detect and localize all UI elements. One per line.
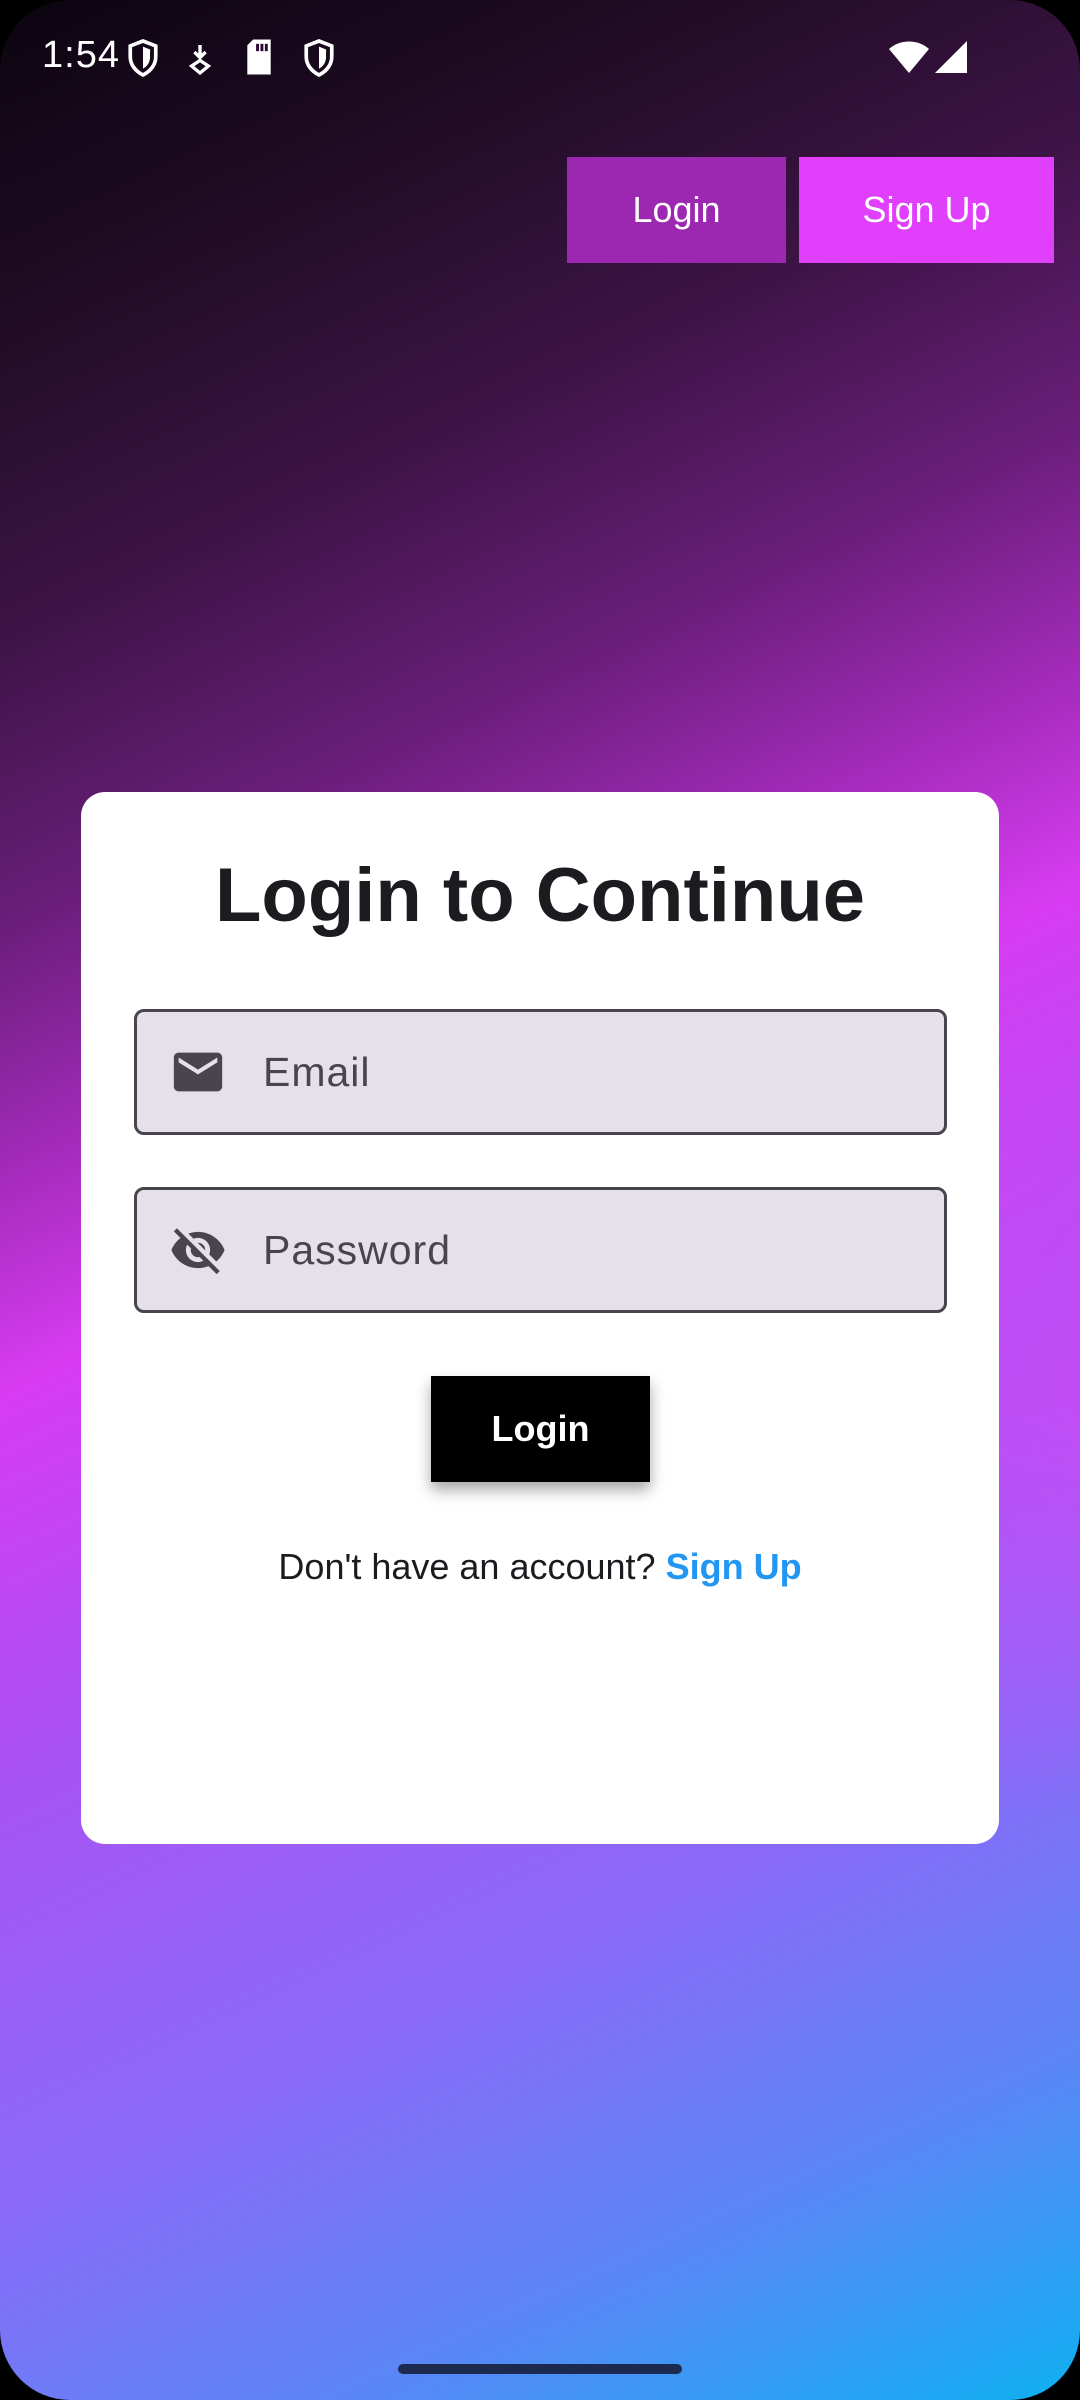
wifi-icon	[889, 41, 929, 73]
shield-icon	[304, 39, 334, 78]
login-button[interactable]: Login	[431, 1376, 650, 1482]
page-title: Login to Continue	[214, 853, 866, 938]
email-field[interactable]	[134, 1009, 947, 1135]
status-bar: 1:54	[0, 0, 1080, 120]
signup-link[interactable]: Sign Up	[666, 1546, 802, 1587]
header-login-button[interactable]: Login	[567, 157, 786, 263]
signal-icon	[935, 41, 967, 73]
email-input[interactable]	[263, 1012, 944, 1132]
shield-icon	[128, 39, 158, 78]
home-indicator[interactable]	[398, 2364, 682, 2374]
mail-icon	[173, 1052, 223, 1092]
download-icon	[188, 45, 212, 76]
app-screen: 1:54 Login Sign Up Login to Continue Ema…	[0, 0, 1080, 2400]
header-signup-button[interactable]: Sign Up	[799, 157, 1054, 263]
password-input[interactable]	[263, 1190, 944, 1310]
signup-prompt: Don't have an account? Sign Up	[81, 1546, 999, 1588]
no-account-text: Don't have an account?	[278, 1546, 656, 1587]
status-time: 1:54	[42, 34, 120, 76]
password-field[interactable]	[134, 1187, 947, 1313]
login-card: Login to Continue Login Don't have an ac…	[81, 792, 999, 1844]
visibility-off-icon[interactable]	[169, 1221, 227, 1279]
sd-card-icon	[247, 39, 271, 75]
